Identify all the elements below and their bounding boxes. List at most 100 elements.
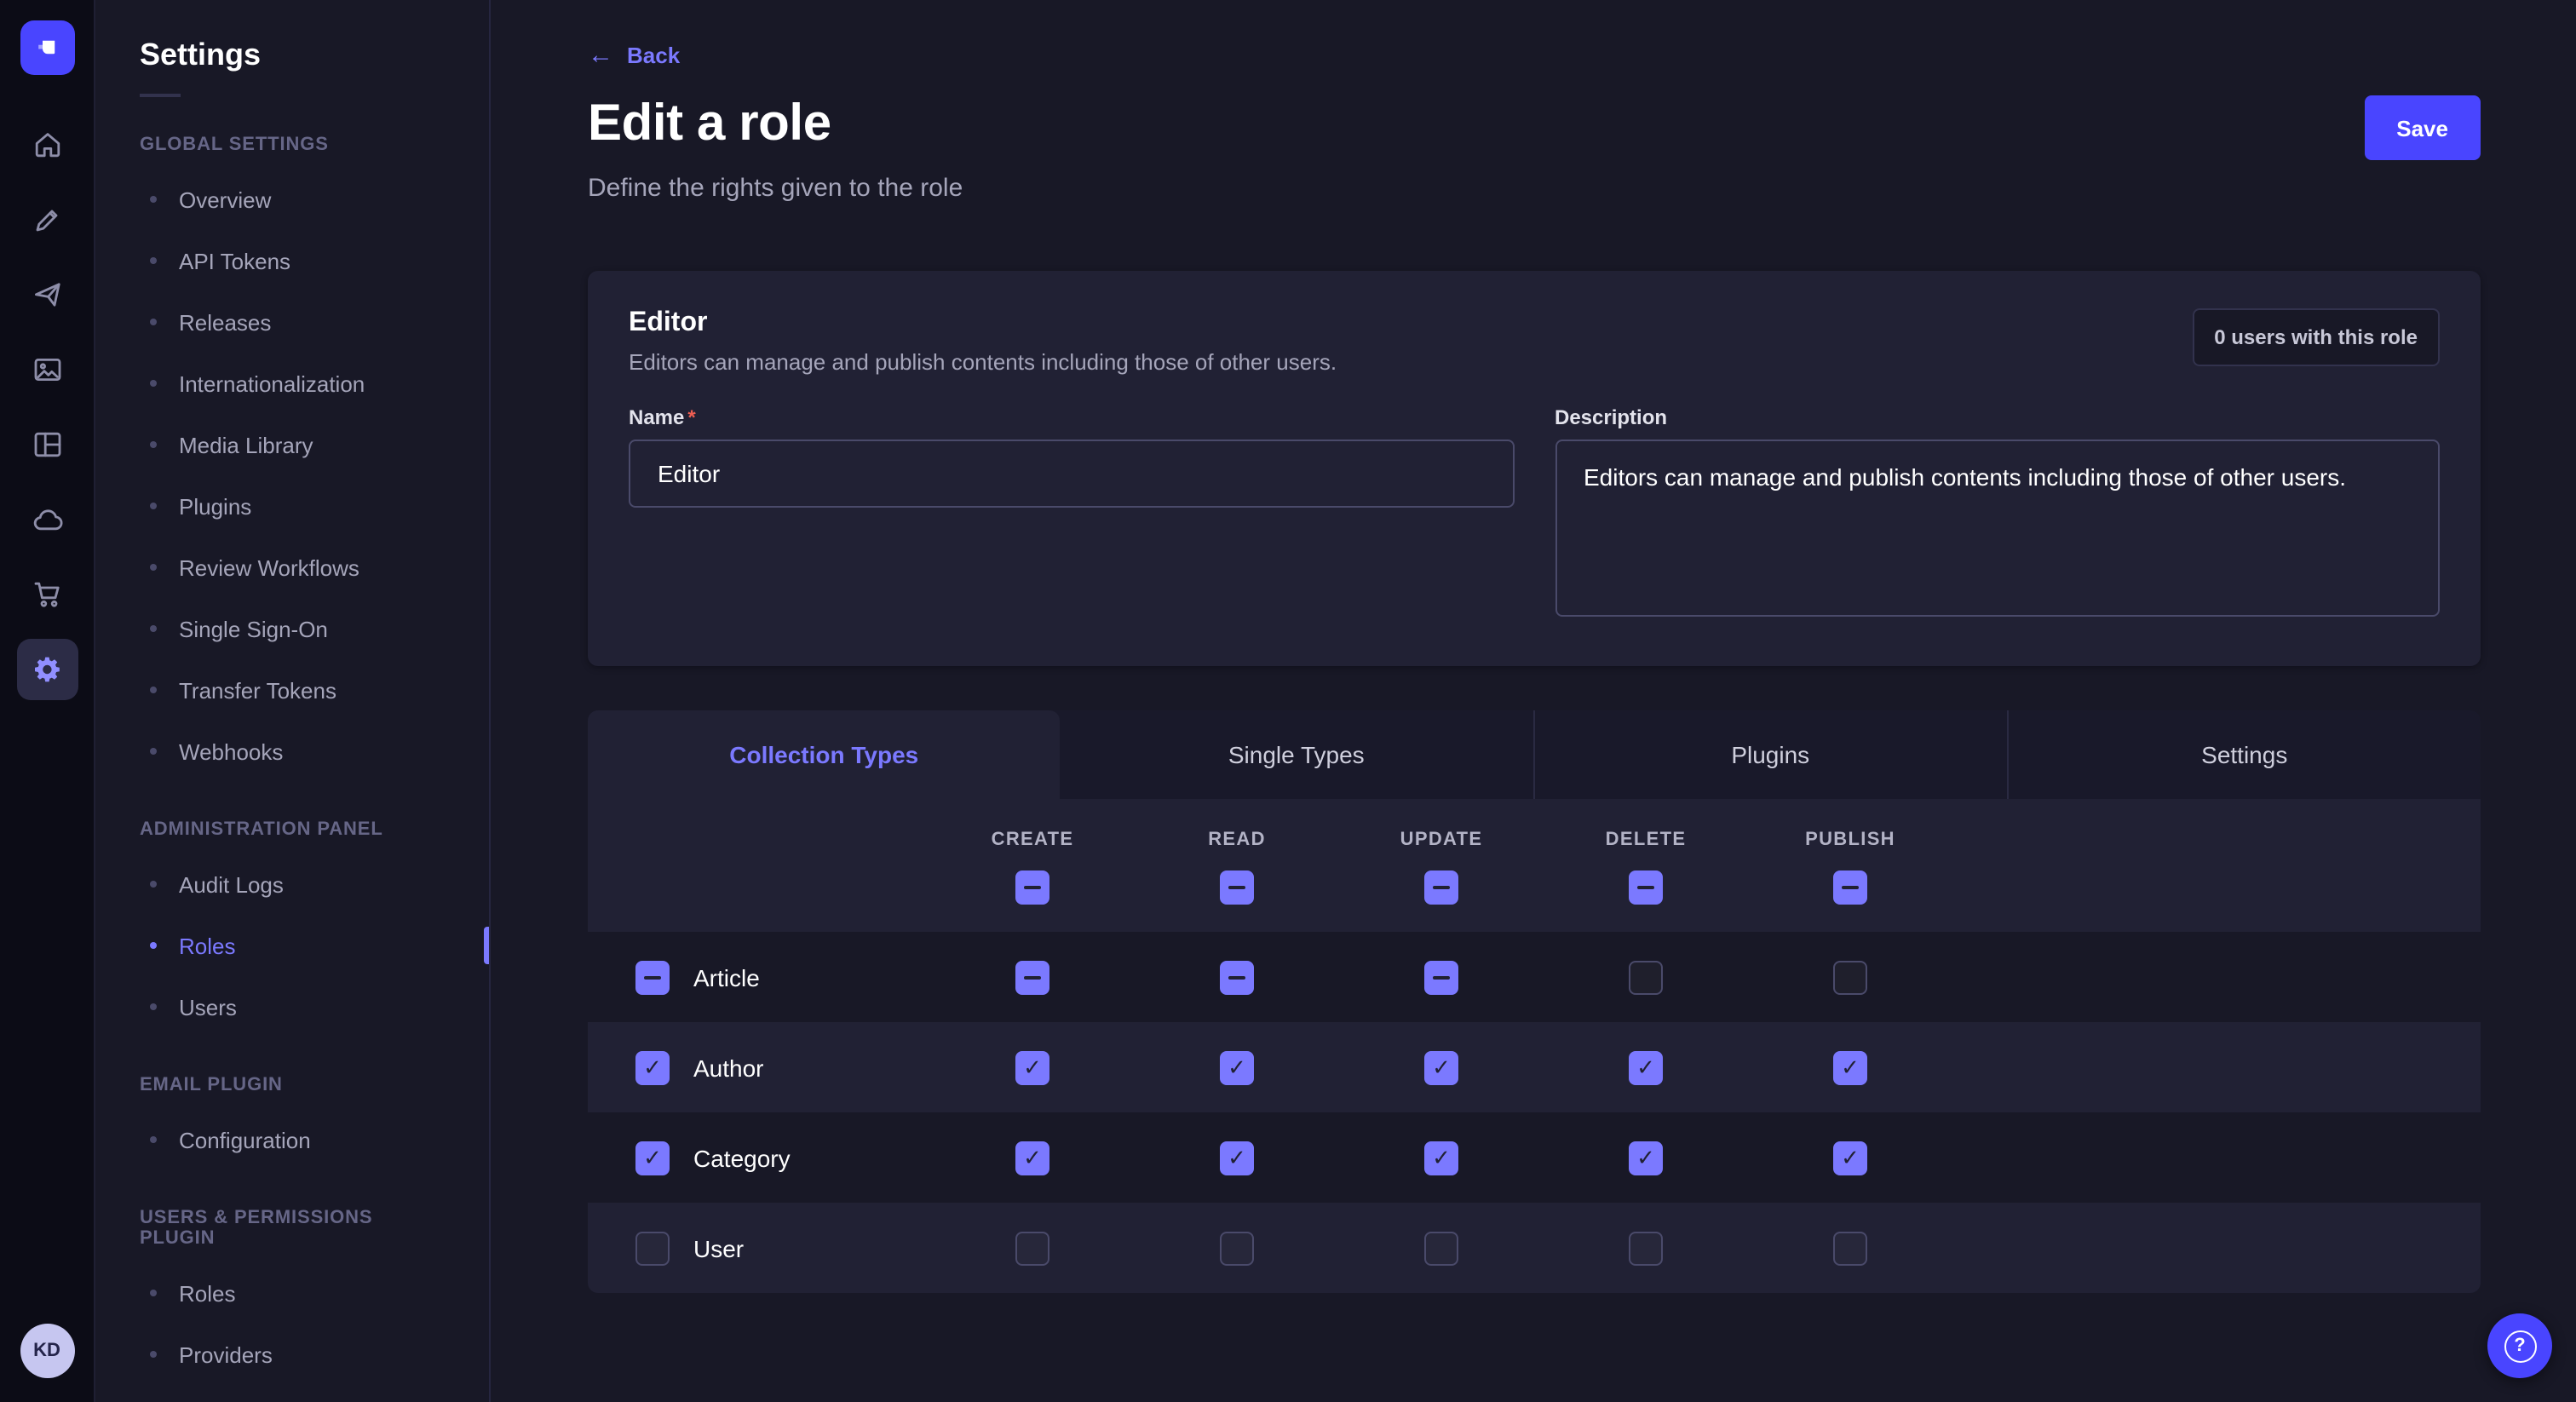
permissions-tab[interactable]: Plugins (1532, 710, 2007, 799)
update-checkbox[interactable] (1424, 1141, 1458, 1175)
sidebar-item[interactable]: Transfer Tokens (95, 659, 489, 721)
home-icon[interactable] (16, 114, 78, 175)
read-checkbox[interactable] (1220, 1050, 1254, 1084)
publish-checkbox[interactable] (1833, 1050, 1867, 1084)
create-checkbox[interactable] (1015, 1141, 1049, 1175)
read-checkbox[interactable] (1220, 960, 1254, 994)
sidebar-item[interactable]: API Tokens (95, 230, 489, 291)
sidebar-item[interactable]: Plugins (95, 475, 489, 537)
read-checkbox[interactable] (1220, 1141, 1254, 1175)
permission-column-label: READ (1208, 830, 1266, 850)
bullet-icon (150, 257, 157, 264)
row-select-checkbox[interactable] (635, 960, 670, 994)
marketplace-icon[interactable] (16, 564, 78, 625)
sidebar-item[interactable]: Single Sign-On (95, 598, 489, 659)
sidebar-item[interactable]: Configuration (95, 1109, 489, 1170)
main-nav-rail: KD (0, 0, 95, 1402)
create-checkbox[interactable] (1015, 960, 1049, 994)
permission-column-header: UPDATE (1339, 830, 1544, 905)
sidebar-item[interactable]: Audit Logs (95, 853, 489, 915)
delete-cell (1544, 1231, 1748, 1265)
sidebar-item-label: Transfer Tokens (179, 677, 336, 703)
sidebar-item-label: Releases (179, 309, 271, 335)
help-button[interactable]: ? (2487, 1313, 2552, 1378)
bullet-icon (150, 441, 157, 448)
permission-column-header: PUBLISH (1748, 830, 1952, 905)
content-manager-icon[interactable] (16, 189, 78, 250)
permissions-tab[interactable]: Collection Types (588, 710, 1061, 799)
description-input[interactable]: Editors can manage and publish contents … (1555, 440, 2440, 617)
select-all-checkbox[interactable] (1220, 871, 1254, 905)
create-cell (930, 960, 1135, 994)
bullet-icon (150, 942, 157, 949)
sidebar-item[interactable]: Releases (95, 291, 489, 353)
avatar[interactable]: KD (20, 1324, 74, 1378)
sidebar-item-label: Overview (179, 187, 271, 212)
content-type-label: Article (693, 963, 760, 991)
row-select-checkbox[interactable] (635, 1050, 670, 1084)
permissions-header-row: CREATE READ UPDATE DELETE (588, 799, 2481, 932)
sidebar-item[interactable]: Providers (95, 1324, 489, 1385)
sidebar-section-items: Audit Logs Roles Users (95, 853, 489, 1037)
cloud-icon[interactable] (16, 489, 78, 550)
save-button[interactable]: Save (2364, 95, 2481, 160)
select-all-checkbox[interactable] (1629, 871, 1663, 905)
role-name-heading: Editor (629, 308, 1337, 339)
publish-checkbox[interactable] (1833, 1141, 1867, 1175)
permission-column-header: DELETE (1544, 830, 1748, 905)
row-select-checkbox[interactable] (635, 1141, 670, 1175)
select-all-checkbox[interactable] (1833, 871, 1867, 905)
sidebar-item[interactable]: Roles (95, 915, 489, 976)
update-checkbox[interactable] (1424, 1231, 1458, 1265)
select-all-checkbox[interactable] (1015, 871, 1049, 905)
sidebar-item[interactable]: Webhooks (95, 721, 489, 782)
paper-plane-icon[interactable] (16, 264, 78, 325)
permissions-tab[interactable]: Single Types (1061, 710, 1533, 799)
select-all-checkbox[interactable] (1424, 871, 1458, 905)
create-checkbox[interactable] (1015, 1231, 1049, 1265)
create-checkbox[interactable] (1015, 1050, 1049, 1084)
read-cell (1135, 1141, 1339, 1175)
sidebar-item[interactable]: Roles (95, 1262, 489, 1324)
media-library-icon[interactable] (16, 339, 78, 400)
row-select-checkbox[interactable] (635, 1231, 670, 1265)
delete-checkbox[interactable] (1629, 1050, 1663, 1084)
delete-cell (1544, 960, 1748, 994)
sidebar-item[interactable]: Users (95, 976, 489, 1037)
users-with-role-badge[interactable]: 0 users with this role (2192, 308, 2440, 366)
content-type-label: Category (693, 1144, 791, 1171)
role-card-header: Editor Editors can manage and publish co… (629, 308, 2440, 375)
sidebar-item-label: Internationalization (179, 371, 365, 396)
update-cell (1339, 1050, 1544, 1084)
bullet-icon (150, 1351, 157, 1358)
sidebar-section-items: Overview API Tokens Releases (95, 169, 489, 782)
sidebar-item[interactable]: Overview (95, 169, 489, 230)
publish-checkbox[interactable] (1833, 960, 1867, 994)
sidebar-item[interactable]: Internationalization (95, 353, 489, 414)
update-checkbox[interactable] (1424, 1050, 1458, 1084)
row-name-cell: Article (588, 960, 930, 994)
sidebar-item-label: Roles (179, 933, 236, 958)
back-link[interactable]: ← Back (588, 43, 680, 68)
bullet-icon (150, 380, 157, 387)
sidebar-item-label: API Tokens (179, 248, 290, 273)
settings-icon[interactable] (16, 639, 78, 700)
delete-checkbox[interactable] (1629, 1141, 1663, 1175)
update-checkbox[interactable] (1424, 960, 1458, 994)
settings-sidebar: Settings GLOBAL SETTINGS Overview (95, 0, 491, 1402)
permission-column-header: CREATE (930, 830, 1135, 905)
strapi-logo[interactable] (20, 20, 74, 75)
content-type-builder-icon[interactable] (16, 414, 78, 475)
publish-checkbox[interactable] (1833, 1231, 1867, 1265)
permissions-table-row: Category (588, 1112, 2481, 1203)
read-checkbox[interactable] (1220, 1231, 1254, 1265)
delete-checkbox[interactable] (1629, 960, 1663, 994)
delete-checkbox[interactable] (1629, 1231, 1663, 1265)
name-input[interactable] (629, 440, 1514, 508)
permission-column-label: PUBLISH (1805, 830, 1895, 850)
permissions-tab[interactable]: Settings (2007, 710, 2481, 799)
sidebar-item[interactable]: Review Workflows (95, 537, 489, 598)
sidebar-item-label: Plugins (179, 493, 251, 519)
sidebar-item[interactable]: Media Library (95, 414, 489, 475)
back-arrow-icon: ← (588, 43, 613, 68)
